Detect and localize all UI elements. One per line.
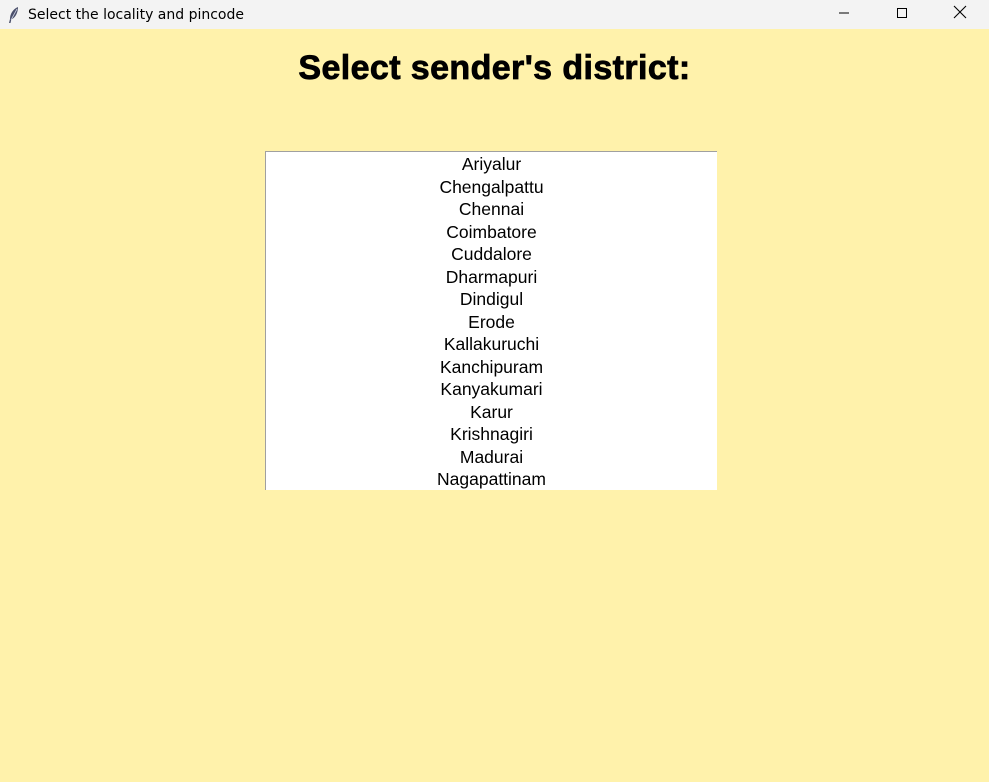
district-list-item[interactable]: Karur [266,401,717,424]
district-listbox[interactable]: Ariyalur Chengalpattu Chennai Coimbatore Cud… [265,151,717,490]
main-content: Select sender's district: Ariyalur Chenga… [0,29,989,782]
close-button[interactable] [931,0,989,29]
window-title: Select the locality and pincode [28,6,245,23]
district-list-item[interactable]: Erode [266,311,717,334]
minimize-button[interactable] [815,0,873,29]
district-list-item[interactable]: Kanyakumari [266,378,717,401]
title-bar[interactable]: Select the locality and pincode [0,0,989,29]
district-list-item[interactable]: Kallakuruchi [266,333,717,356]
district-list-item[interactable]: Dharmapuri [266,266,717,289]
district-list-item[interactable]: Nagapattinam [266,468,717,490]
district-list-item[interactable]: Chengalpattu [266,176,717,199]
minimize-icon [838,6,850,24]
district-list-item[interactable]: Kanchipuram [266,356,717,379]
district-list-item[interactable]: Ariyalur [266,153,717,176]
district-list-item[interactable]: Krishnagiri [266,423,717,446]
page-heading: Select sender's district: [298,49,691,88]
district-list-item[interactable]: Dindigul [266,288,717,311]
maximize-icon [896,6,908,24]
district-list-item[interactable]: Cuddalore [266,243,717,266]
close-icon [953,5,967,24]
district-list-item[interactable]: Madurai [266,446,717,469]
district-list-item[interactable]: Chennai [266,198,717,221]
maximize-button[interactable] [873,0,931,29]
feather-icon [0,0,28,29]
district-list-item[interactable]: Coimbatore [266,221,717,244]
